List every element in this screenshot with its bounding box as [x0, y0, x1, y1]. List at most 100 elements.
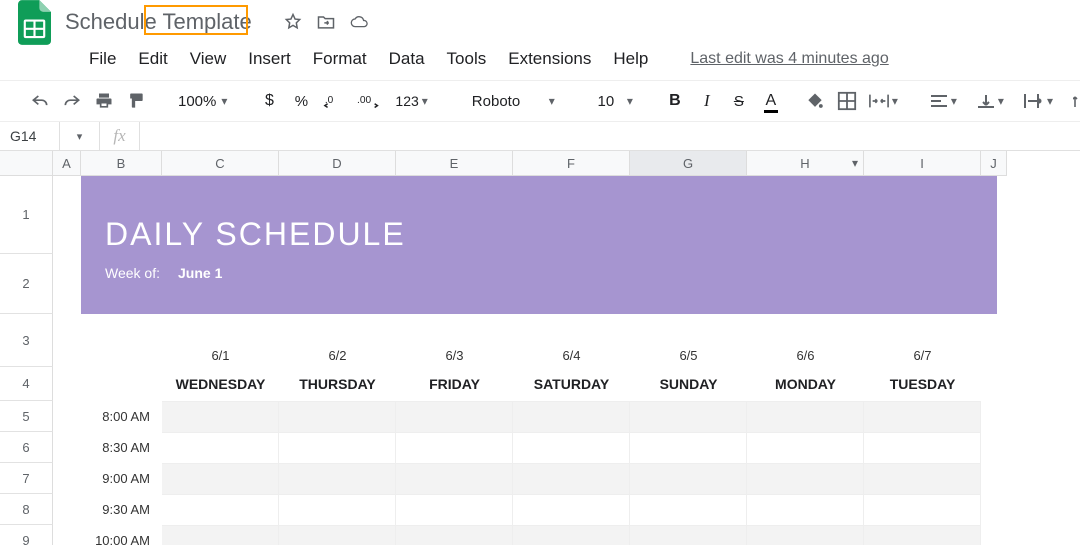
merge-cells-select[interactable]: ▾: [863, 86, 912, 116]
format-percent-button[interactable]: %: [285, 86, 317, 116]
name-box[interactable]: G14: [0, 122, 60, 150]
cell[interactable]: [864, 401, 981, 432]
select-all-corner[interactable]: [0, 151, 53, 176]
column-header[interactable]: D: [279, 151, 396, 176]
cell[interactable]: [396, 432, 513, 463]
column-header[interactable]: B: [81, 151, 162, 176]
row-header[interactable]: 4: [0, 367, 53, 401]
time-label[interactable]: 9:30 AM: [81, 494, 162, 525]
font-size-select[interactable]: 10▾: [581, 86, 647, 116]
undo-icon[interactable]: [24, 86, 56, 116]
cell[interactable]: [162, 463, 279, 494]
menu-view[interactable]: View: [179, 45, 238, 73]
day-cell[interactable]: THURSDAY: [279, 376, 396, 392]
row-header[interactable]: 8: [0, 494, 53, 525]
cell[interactable]: [630, 494, 747, 525]
menu-file[interactable]: File: [78, 45, 127, 73]
date-cell[interactable]: 6/2: [279, 324, 396, 363]
column-header[interactable]: C: [162, 151, 279, 176]
redo-icon[interactable]: [56, 86, 88, 116]
star-icon[interactable]: [283, 12, 303, 32]
cell[interactable]: [513, 494, 630, 525]
date-cell[interactable]: 6/6: [747, 324, 864, 363]
cell[interactable]: [396, 401, 513, 432]
row-header[interactable]: 3: [0, 314, 53, 367]
column-header[interactable]: F: [513, 151, 630, 176]
menu-help[interactable]: Help: [602, 45, 659, 73]
date-cell[interactable]: 6/1: [162, 324, 279, 363]
day-cell[interactable]: TUESDAY: [864, 376, 981, 392]
document-name[interactable]: Schedule Template: [62, 7, 255, 37]
cell[interactable]: [747, 463, 864, 494]
row-header[interactable]: 9: [0, 525, 53, 545]
cloud-status-icon[interactable]: [349, 12, 369, 32]
day-cell[interactable]: FRIDAY: [396, 376, 513, 392]
menu-insert[interactable]: Insert: [237, 45, 302, 73]
text-wrap-select[interactable]: ▾: [1018, 86, 1067, 116]
print-icon[interactable]: [88, 86, 120, 116]
more-formats-select[interactable]: 123▾: [389, 86, 441, 116]
cell[interactable]: [162, 401, 279, 432]
row-header[interactable]: 1: [0, 176, 53, 254]
time-label[interactable]: 10:00 AM: [81, 525, 162, 545]
cell[interactable]: [162, 494, 279, 525]
cell[interactable]: [279, 463, 396, 494]
date-cell[interactable]: 6/7: [864, 324, 981, 363]
cell[interactable]: [279, 494, 396, 525]
date-cell[interactable]: 6/3: [396, 324, 513, 363]
horizontal-align-select[interactable]: ▾: [924, 86, 971, 116]
borders-icon[interactable]: [831, 86, 863, 116]
cell[interactable]: [513, 401, 630, 432]
cell[interactable]: [630, 401, 747, 432]
cell[interactable]: [279, 401, 396, 432]
menu-edit[interactable]: Edit: [127, 45, 178, 73]
cell[interactable]: [630, 525, 747, 545]
cell[interactable]: [630, 432, 747, 463]
row-header[interactable]: 2: [0, 254, 53, 314]
menu-tools[interactable]: Tools: [436, 45, 498, 73]
cell[interactable]: [162, 432, 279, 463]
row-header[interactable]: 5: [0, 401, 53, 432]
cell[interactable]: [162, 525, 279, 545]
cell[interactable]: [864, 525, 981, 545]
day-cell[interactable]: SATURDAY: [513, 376, 630, 392]
cell[interactable]: [279, 525, 396, 545]
cell[interactable]: [279, 432, 396, 463]
decrease-decimal-icon[interactable]: .0: [317, 86, 351, 116]
fill-color-icon[interactable]: [799, 86, 831, 116]
time-label[interactable]: 8:30 AM: [81, 432, 162, 463]
zoom-select[interactable]: 100%▾: [164, 86, 241, 116]
text-color-button[interactable]: A: [755, 86, 787, 116]
row-header[interactable]: 6: [0, 432, 53, 463]
cell[interactable]: [864, 494, 981, 525]
time-label[interactable]: 9:00 AM: [81, 463, 162, 494]
column-header[interactable]: J: [981, 151, 1007, 176]
row-header[interactable]: 7: [0, 463, 53, 494]
cell[interactable]: [513, 525, 630, 545]
menu-extensions[interactable]: Extensions: [497, 45, 602, 73]
cell[interactable]: [747, 432, 864, 463]
day-cell[interactable]: MONDAY: [747, 376, 864, 392]
column-menu-icon[interactable]: ▾: [852, 156, 858, 170]
time-label[interactable]: 8:00 AM: [81, 401, 162, 432]
cell[interactable]: [747, 525, 864, 545]
last-edit-link[interactable]: Last edit was 4 minutes ago: [679, 46, 899, 72]
column-header[interactable]: A: [53, 151, 81, 176]
cell[interactable]: [747, 401, 864, 432]
formula-input[interactable]: [140, 122, 1080, 150]
menu-data[interactable]: Data: [378, 45, 436, 73]
column-header[interactable]: G: [630, 151, 747, 176]
text-rotation-select[interactable]: A▾: [1067, 86, 1080, 116]
bold-button[interactable]: B: [659, 86, 691, 116]
cell[interactable]: [513, 432, 630, 463]
name-box-dropdown-icon[interactable]: ▾: [60, 122, 100, 150]
column-header[interactable]: I: [864, 151, 981, 176]
cell[interactable]: [396, 463, 513, 494]
day-cell[interactable]: SUNDAY: [630, 376, 747, 392]
menu-format[interactable]: Format: [302, 45, 378, 73]
cell[interactable]: [513, 463, 630, 494]
move-to-folder-icon[interactable]: [316, 12, 336, 32]
column-header[interactable]: H▾: [747, 151, 864, 176]
paint-format-icon[interactable]: [120, 86, 152, 116]
cell[interactable]: [396, 525, 513, 545]
